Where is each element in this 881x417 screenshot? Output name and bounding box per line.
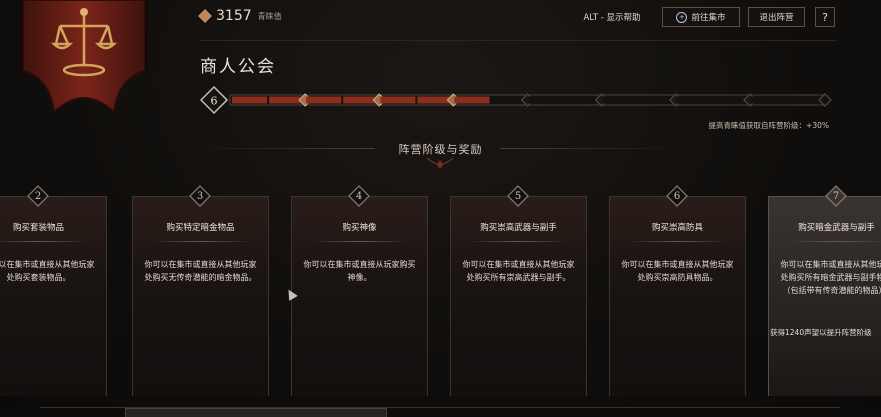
guild-banner-icon xyxy=(18,0,150,112)
current-rank-number: 6 xyxy=(211,95,218,108)
go-market-button[interactable]: + 前往集市 xyxy=(662,7,740,27)
progress-segment-empty xyxy=(529,97,564,104)
go-market-label: 前往集市 xyxy=(691,11,725,23)
rank-reward-card[interactable]: 购买套装物品你可以在集市或直接从其他玩家处购买套装物品。 xyxy=(0,196,107,396)
rank-number: 7 xyxy=(825,185,847,207)
header-divider xyxy=(200,40,837,41)
ornament-icon xyxy=(425,156,455,170)
rank-badge: 6 xyxy=(666,185,688,207)
rank-badge: 4 xyxy=(348,185,370,207)
card-body: 你可以在集市或直接从其他玩家处购买所有暗金武器与副手物品（包括带有传奇潜能的物品… xyxy=(769,242,881,297)
plus-circle-icon: + xyxy=(676,12,687,23)
card-body: 你可以在集市或直接从其他玩家处购买无传奇潜能的暗金物品。 xyxy=(133,242,268,284)
progress-segment-filled xyxy=(454,97,489,104)
reputation-footer: 获得1240声望以提升阵营阶级 xyxy=(770,327,872,338)
rank-reward-card[interactable]: 购买特定暗金物品你可以在集市或直接从其他玩家处购买无传奇潜能的暗金物品。 xyxy=(132,196,269,396)
section-title: 阵营阶级与奖励 xyxy=(0,141,881,157)
rank-reward-card[interactable]: 购买暗金武器与副手你可以在集市或直接从其他玩家处购买所有暗金武器与副手物品（包括… xyxy=(768,196,881,396)
rank-reward-card[interactable]: 购买崇高防具你可以在集市或直接从其他玩家处购买崇高防具物品。 xyxy=(609,196,746,396)
rank-number: 4 xyxy=(348,185,370,207)
help-question-button[interactable]: ? xyxy=(815,7,835,27)
bottom-tab[interactable] xyxy=(125,408,387,417)
progress-segment-filled xyxy=(380,97,415,104)
card-title: 购买暗金武器与副手 xyxy=(769,221,881,233)
progress-segment-filled xyxy=(306,97,341,104)
progress-segment-empty xyxy=(788,97,823,104)
card-body: 你可以在集市或直接从其他玩家处购买崇高防具物品。 xyxy=(610,242,745,284)
faction-title: 商人公会 xyxy=(200,52,276,77)
currency-display: 3157 青睐值 xyxy=(200,8,282,24)
progress-segment-empty xyxy=(677,97,712,104)
rank-progress-bar: 6 xyxy=(200,84,837,116)
rank-reward-card[interactable]: 购买神像你可以在集市或直接从玩家购买神像。 xyxy=(291,196,428,396)
progress-segment-empty xyxy=(603,97,638,104)
rank-number: 3 xyxy=(189,185,211,207)
card-title: 购买崇高武器与副手 xyxy=(451,221,586,233)
leave-faction-button[interactable]: 退出阵营 xyxy=(748,7,805,27)
rank-number: 2 xyxy=(27,185,49,207)
progress-segment-empty xyxy=(751,97,786,104)
card-body: 你可以在集市或直接从其他玩家处购买套装物品。 xyxy=(0,242,106,284)
rank-badge: 2 xyxy=(27,185,49,207)
card-title: 购买套装物品 xyxy=(0,221,106,233)
faction-bonus-text: 提高青睐值获取自阵营阶级：+30% xyxy=(709,120,829,131)
rank-badge: 5 xyxy=(507,185,529,207)
card-title: 购买崇高防具 xyxy=(610,221,745,233)
card-body: 你可以在集市或直接从玩家购买神像。 xyxy=(292,242,427,284)
card-title: 购买特定暗金物品 xyxy=(133,221,268,233)
currency-amount: 3157 xyxy=(216,8,252,24)
rank-badge: 3 xyxy=(189,185,211,207)
card-title: 购买神像 xyxy=(292,221,427,233)
rank-number: 5 xyxy=(507,185,529,207)
currency-label: 青睐值 xyxy=(258,11,282,22)
gem-icon xyxy=(198,9,212,23)
rank-number: 6 xyxy=(666,185,688,207)
rank-reward-card[interactable]: 购买崇高武器与副手你可以在集市或直接从其他玩家处购买所有崇高武器与副手。 xyxy=(450,196,587,396)
rank-badge: 7 xyxy=(825,185,847,207)
progress-segment-filled xyxy=(232,97,267,104)
card-body: 你可以在集市或直接从其他玩家处购买所有崇高武器与副手。 xyxy=(451,242,586,284)
help-hint-button[interactable]: ALT - 显示帮助 xyxy=(570,7,654,27)
